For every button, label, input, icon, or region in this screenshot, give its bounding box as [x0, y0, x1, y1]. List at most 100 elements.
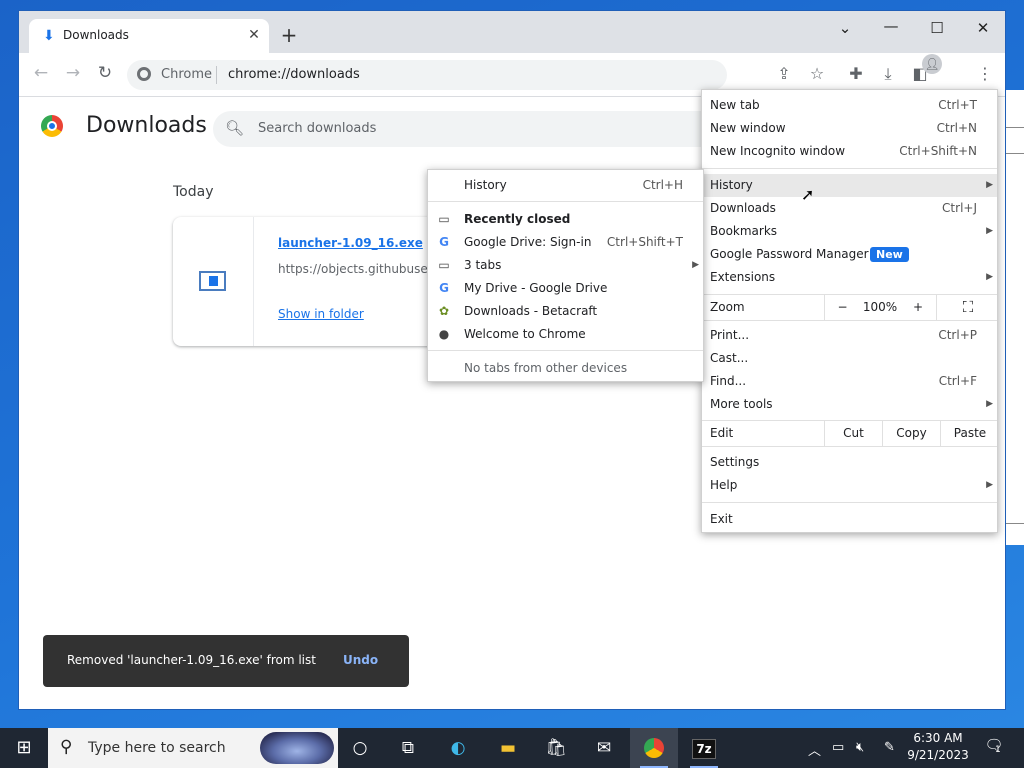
zoom-level: 100% — [862, 300, 898, 314]
back-icon[interactable]: ← — [29, 63, 53, 83]
menu-label: Find... — [710, 374, 747, 388]
menu-label: 3 tabs — [464, 258, 502, 272]
menu-label: Downloads - Betacraft — [464, 304, 598, 318]
menu-label: Settings — [710, 455, 760, 469]
no-tabs-message: No tabs from other devices — [428, 357, 703, 380]
page-title: Downloads — [86, 113, 207, 138]
cut-button[interactable]: Cut — [824, 421, 882, 446]
tabs-icon: ▭ — [438, 258, 450, 272]
network-icon[interactable]: ▭ — [832, 740, 844, 755]
history-submenu: History Ctrl+H ▭ Recently closed G Google D… — [427, 169, 704, 382]
taskbar-search-input[interactable]: Type here to search — [88, 740, 226, 756]
search-icon: ⚲ — [60, 737, 73, 757]
copy-button[interactable]: Copy — [882, 421, 940, 446]
google-icon: G — [439, 235, 449, 249]
store-icon[interactable]: 🛍︎ — [532, 728, 580, 768]
menu-shortcut: Ctrl+J — [942, 201, 977, 215]
zoom-in-button[interactable]: + — [900, 295, 936, 320]
menu-item-history[interactable]: History ▶ — [702, 174, 997, 197]
card-divider — [253, 217, 254, 346]
menu-item-print[interactable]: Print... Ctrl+P — [702, 324, 997, 347]
task-view-icon[interactable]: ⧉ — [384, 728, 432, 768]
menu-item-settings[interactable]: Settings — [702, 451, 997, 474]
minimize-button[interactable]: — — [876, 17, 906, 35]
mouse-cursor-icon: ➚ — [801, 185, 815, 204]
menu-item-cast[interactable]: Cast... — [702, 347, 997, 370]
betacraft-icon: ✿ — [438, 304, 450, 318]
reload-icon[interactable]: ↻ — [93, 63, 117, 83]
edge-icon[interactable]: ◐ — [434, 728, 482, 768]
menu-item-downloads[interactable]: Downloads Ctrl+J — [702, 197, 997, 220]
fullscreen-icon[interactable]: ⛶ — [936, 295, 997, 320]
address-bar[interactable]: Chrome chrome://downloads — [127, 60, 727, 90]
submenu-item-my-drive[interactable]: G My Drive - Google Drive — [428, 277, 703, 300]
submenu-item-history[interactable]: History Ctrl+H — [428, 174, 703, 197]
menu-item-bookmarks[interactable]: Bookmarks ▶ — [702, 220, 997, 243]
menu-separator — [428, 201, 703, 202]
menu-label: Downloads — [710, 201, 776, 215]
zoom-out-button[interactable]: − — [824, 295, 860, 320]
menu-item-new-window[interactable]: New window Ctrl+N — [702, 117, 997, 140]
submenu-item-drive-signin[interactable]: G Google Drive: Sign-in Ctrl+Shift+T — [428, 231, 703, 254]
extensions-icon[interactable]: ✚ — [845, 64, 867, 83]
search-downloads[interactable]: 🔍︎ Search downloads — [213, 111, 733, 147]
download-source-url: https://objects.githubuser — [278, 262, 433, 276]
show-in-folder-link[interactable]: Show in folder — [278, 307, 364, 321]
bookmark-star-icon[interactable]: ☆ — [806, 64, 828, 83]
menu-item-exit[interactable]: Exit — [702, 508, 997, 531]
menu-label: New Incognito window — [710, 144, 846, 158]
menu-item-new-incognito[interactable]: New Incognito window Ctrl+Shift+N — [702, 140, 997, 163]
taskbar-search[interactable]: ⚲ Type here to search — [48, 728, 338, 768]
start-button[interactable]: ⊞ — [0, 728, 48, 768]
undo-button[interactable]: Undo — [343, 653, 378, 667]
7zip-icon[interactable]: 7z — [680, 728, 728, 768]
menu-item-more-tools[interactable]: More tools ▶ — [702, 393, 997, 416]
new-tab-button[interactable]: + — [277, 25, 301, 45]
submenu-item-3-tabs[interactable]: ▭ 3 tabs ▶ — [428, 254, 703, 277]
maximize-button[interactable]: ☐ — [922, 19, 952, 37]
menu-label: Zoom — [710, 300, 745, 314]
submenu-item-betacraft[interactable]: ✿ Downloads - Betacraft — [428, 300, 703, 323]
menu-item-extensions[interactable]: Extensions ▶ — [702, 266, 997, 289]
tab-search-button[interactable]: ⌄ — [830, 19, 860, 37]
paste-button[interactable]: Paste — [940, 421, 997, 446]
menu-label: Recently closed — [464, 212, 571, 226]
download-filename-link[interactable]: launcher-1.09_16.exe — [278, 236, 423, 250]
address-url[interactable]: chrome://downloads — [228, 67, 360, 82]
notification-center-icon[interactable]: 🗨︎ 1 — [982, 736, 1006, 760]
toast-message: Removed 'launcher-1.09_16.exe' from list — [67, 653, 316, 667]
menu-item-find[interactable]: Find... Ctrl+F — [702, 370, 997, 393]
search-input[interactable]: Search downloads — [258, 121, 376, 136]
window-icon: ▭ — [438, 212, 450, 226]
chrome-taskbar-icon[interactable] — [630, 728, 678, 768]
pen-icon[interactable]: ✎ — [884, 740, 895, 755]
submenu-item-welcome[interactable]: ● Welcome to Chrome — [428, 323, 703, 346]
mail-icon[interactable]: ✉ — [580, 728, 628, 768]
volume-muted-icon[interactable]: 🔇︎ — [856, 740, 864, 755]
menu-separator — [702, 502, 997, 503]
tab-close-icon[interactable]: ✕ — [245, 27, 263, 43]
taskbar-clock[interactable]: 6:30 AM 9/21/2023 — [905, 730, 971, 764]
chrome-logo — [644, 738, 664, 758]
globe-icon: ● — [438, 327, 450, 341]
menu-label: New tab — [710, 98, 760, 112]
cortana-icon[interactable]: ○ — [336, 728, 384, 768]
menu-item-password-manager[interactable]: Google Password Manager New — [702, 243, 997, 266]
tab-downloads[interactable]: ⬇ Downloads ✕ — [29, 19, 269, 53]
profile-avatar-icon[interactable]: 👤︎ — [922, 54, 942, 74]
menu-shortcut: Ctrl+Shift+T — [606, 235, 683, 249]
menu-label: History — [464, 178, 507, 192]
menu-kebab-icon[interactable]: ⋮ — [974, 64, 996, 83]
submenu-arrow-icon: ▶ — [986, 272, 993, 282]
address-separator — [216, 66, 217, 84]
forward-icon[interactable]: → — [61, 63, 85, 83]
downloads-toolbar-icon[interactable]: ⤓ — [877, 64, 899, 84]
file-icon — [199, 271, 226, 291]
close-window-button[interactable]: ✕ — [968, 19, 998, 37]
file-explorer-icon[interactable]: ▬ — [484, 728, 532, 768]
menu-item-new-tab[interactable]: New tab Ctrl+T — [702, 94, 997, 117]
chevron-up-icon[interactable]: ︿ — [808, 740, 821, 759]
notification-count: 1 — [995, 745, 1001, 755]
share-icon[interactable]: ⇪ — [773, 64, 795, 83]
menu-item-help[interactable]: Help ▶ — [702, 474, 997, 497]
